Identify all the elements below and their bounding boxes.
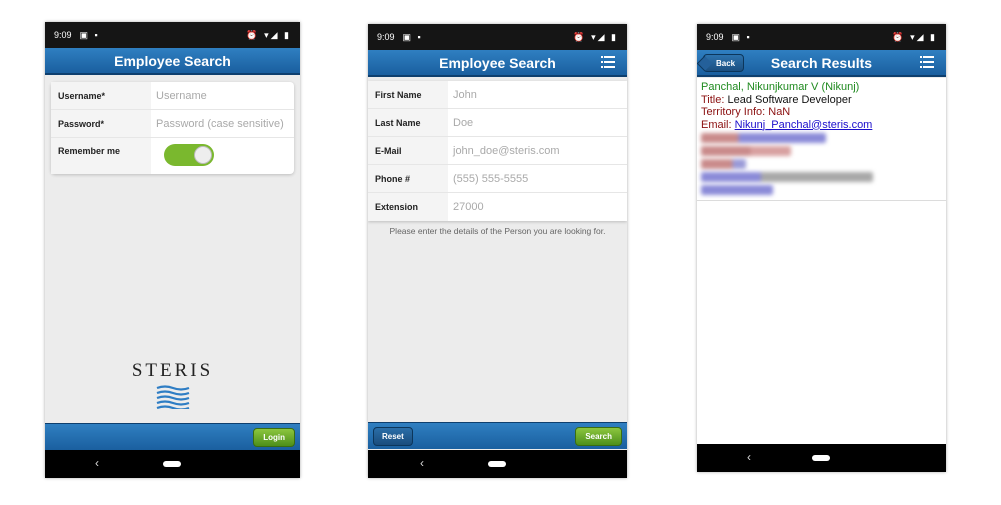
territory-value: NaN (768, 106, 791, 118)
result-title-line: Title: Lead Software Developer (701, 94, 942, 107)
notification-icons: ▣ ▪ (402, 31, 423, 42)
status-bar: 9:09 ▣ ▪ ⏰ ▾◢ ▮ (368, 24, 627, 50)
result-name: Panchal, Nikunjkumar V (Nikunj) (701, 81, 860, 93)
back-button[interactable]: Back (703, 54, 745, 72)
username-row: Username* Username (51, 82, 294, 110)
redacted-phone (701, 133, 826, 143)
status-time: 9:09 (706, 32, 724, 42)
status-bar: 9:09 ▣ ▪ ⏰ ▾◢ ▮ (45, 22, 300, 48)
system-icons: ⏰ ▾◢ ▮ (573, 31, 618, 42)
remember-me-toggle[interactable] (164, 144, 214, 166)
nav-home-icon[interactable] (812, 455, 830, 461)
login-screen: 9:09 ▣ ▪ ⏰ ▾◢ ▮ Employee Search Username… (45, 22, 300, 478)
password-row: Password* Password (case sensitive) (51, 110, 294, 138)
app-header: Back Search Results (697, 50, 946, 77)
password-input[interactable]: Password (case sensitive) (151, 110, 294, 137)
login-button[interactable]: Login (253, 428, 295, 447)
username-label: Username* (51, 82, 151, 109)
password-label: Password* (51, 110, 151, 137)
notification-icons: ▣ ▪ (731, 31, 752, 42)
results-screen: 9:09 ▣ ▪ ⏰ ▾◢ ▮ Back Search Results Panc… (697, 24, 946, 472)
redacted-mobile (701, 159, 746, 169)
phone-row: Phone # (555) 555-5555 (368, 165, 627, 193)
menu-icon[interactable] (920, 56, 934, 68)
status-time: 9:09 (377, 32, 395, 42)
first-name-input[interactable]: John (448, 81, 627, 108)
page-title: Employee Search (114, 52, 231, 69)
result-email-line: Email: Nikunj_Panchal@steris.com (701, 119, 942, 132)
nav-home-icon[interactable] (163, 461, 181, 467)
system-icons: ⏰ ▾◢ ▮ (246, 29, 291, 40)
login-form: Username* Username Password* Password (c… (51, 82, 294, 174)
nav-back-icon[interactable]: ‹ (420, 456, 424, 470)
extension-input[interactable]: 27000 (448, 193, 627, 221)
app-header: Employee Search (368, 50, 627, 77)
phone-label: Phone # (368, 165, 448, 192)
extension-row: Extension 27000 (368, 193, 627, 221)
result-item[interactable]: Panchal, Nikunjkumar V (Nikunj) Title: L… (697, 78, 946, 201)
territory-key: Territory Info: (701, 106, 766, 118)
redacted-extension (701, 146, 791, 156)
nav-back-icon[interactable]: ‹ (747, 450, 751, 464)
email-key: Email: (701, 118, 732, 131)
last-name-label: Last Name (368, 109, 448, 136)
phone-input[interactable]: (555) 555-5555 (448, 165, 627, 192)
search-hint: Please enter the details of the Person y… (389, 226, 606, 236)
page-title: Search Results (770, 54, 873, 71)
logo-wordmark: STERIS (131, 360, 214, 381)
nav-home-icon[interactable] (488, 461, 506, 467)
search-button[interactable]: Search (575, 427, 622, 446)
extension-label: Extension (368, 193, 448, 221)
waves-icon (156, 385, 189, 409)
email-label: E-Mail (368, 137, 448, 164)
redacted-manager (701, 172, 873, 182)
results-list: Panchal, Nikunjkumar V (Nikunj) Title: L… (697, 78, 946, 444)
notification-icons: ▣ ▪ (79, 29, 100, 40)
status-bar: 9:09 ▣ ▪ ⏰ ▾◢ ▮ (697, 24, 946, 50)
nav-back-icon[interactable]: ‹ (95, 456, 99, 470)
first-name-label: First Name (368, 81, 448, 108)
title-value: Lead Software Developer (727, 93, 852, 106)
system-icons: ⏰ ▾◢ ▮ (892, 31, 937, 42)
last-name-row: Last Name Doe (368, 109, 627, 137)
android-nav-bar: ‹ (697, 444, 946, 472)
email-link[interactable]: Nikunj_Panchal@steris.com (735, 119, 873, 131)
search-form: First Name John Last Name Doe E-Mail joh… (368, 81, 627, 221)
redacted-direct-reports (701, 185, 773, 195)
first-name-row: First Name John (368, 81, 627, 109)
search-screen: 9:09 ▣ ▪ ⏰ ▾◢ ▮ Employee Search First Na… (368, 24, 627, 478)
page-title: Employee Search (439, 54, 556, 71)
android-nav-bar: ‹ (368, 450, 627, 478)
menu-icon[interactable] (601, 56, 615, 68)
username-input[interactable]: Username (151, 82, 294, 109)
status-time: 9:09 (54, 30, 72, 40)
footer-bar: Reset Search (368, 422, 627, 449)
result-territory-line: Territory Info: NaN (701, 106, 942, 119)
reset-button[interactable]: Reset (373, 427, 413, 446)
last-name-input[interactable]: Doe (448, 109, 627, 136)
email-row: E-Mail john_doe@steris.com (368, 137, 627, 165)
email-input[interactable]: john_doe@steris.com (448, 137, 627, 164)
footer-bar: Login (45, 423, 300, 450)
remember-row: Remember me (51, 138, 294, 174)
android-nav-bar: ‹ (45, 450, 300, 478)
steris-logo: STERIS (45, 360, 300, 409)
remember-label: Remember me (51, 138, 151, 174)
app-header: Employee Search (45, 48, 300, 75)
title-key: Title: (701, 93, 725, 106)
toggle-knob (194, 146, 212, 164)
remember-toggle-cell (151, 138, 294, 174)
